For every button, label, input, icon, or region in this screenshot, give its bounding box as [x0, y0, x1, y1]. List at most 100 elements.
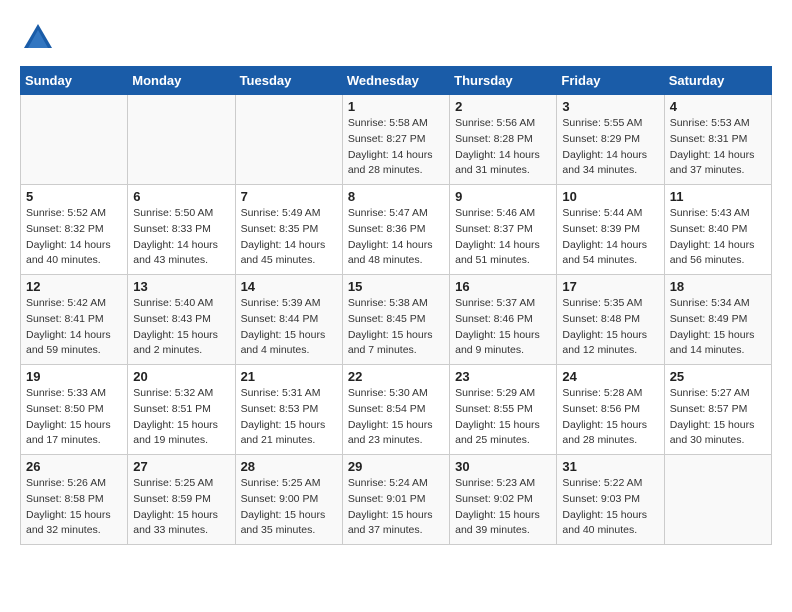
calendar-week-row: 26 Sunrise: 5:26 AMSunset: 8:58 PMDayligh… [21, 455, 772, 545]
day-info: Sunrise: 5:26 AMSunset: 8:58 PMDaylight:… [26, 476, 122, 539]
header-sunday: Sunday [21, 67, 128, 95]
day-info: Sunrise: 5:44 AMSunset: 8:39 PMDaylight:… [562, 206, 658, 269]
calendar-table: SundayMondayTuesdayWednesdayThursdayFrid… [20, 66, 772, 545]
day-number: 21 [241, 369, 337, 384]
day-number: 9 [455, 189, 551, 204]
calendar-cell: 7Sunrise: 5:49 AMSunset: 8:35 PMDaylight… [235, 185, 342, 275]
day-info: Sunrise: 5:50 AMSunset: 8:33 PMDaylight:… [133, 206, 229, 269]
calendar-cell: 31 Sunrise: 5:22 AMSunset: 9:03 PMDayligh… [557, 455, 664, 545]
calendar-cell: 20 Sunrise: 5:32 AMSunset: 8:51 PMDayligh… [128, 365, 235, 455]
day-number: 1 [348, 99, 444, 114]
day-info: Sunrise: 5:32 AMSunset: 8:51 PMDaylight:… [133, 386, 229, 449]
calendar-cell [235, 95, 342, 185]
day-number: 15 [348, 279, 444, 294]
calendar-cell: 6 Sunrise: 5:50 AMSunset: 8:33 PMDaylight… [128, 185, 235, 275]
calendar-cell: 5Sunrise: 5:52 AMSunset: 8:32 PMDaylight… [21, 185, 128, 275]
day-number: 23 [455, 369, 551, 384]
day-number: 18 [670, 279, 766, 294]
header-thursday: Thursday [450, 67, 557, 95]
calendar-header-row: SundayMondayTuesdayWednesdayThursdayFrid… [21, 67, 772, 95]
calendar-cell [664, 455, 771, 545]
day-info: Sunrise: 5:52 AMSunset: 8:32 PMDaylight:… [26, 206, 122, 269]
day-info: Sunrise: 5:28 AMSunset: 8:56 PMDaylight:… [562, 386, 658, 449]
calendar-week-row: 19Sunrise: 5:33 AMSunset: 8:50 PMDayligh… [21, 365, 772, 455]
day-info: Sunrise: 5:25 AMSunset: 9:00 PMDaylight:… [241, 476, 337, 539]
day-number: 26 [26, 459, 122, 474]
day-info: Sunrise: 5:22 AMSunset: 9:03 PMDaylight:… [562, 476, 658, 539]
calendar-week-row: 1 Sunrise: 5:58 AMSunset: 8:27 PMDaylight… [21, 95, 772, 185]
day-info: Sunrise: 5:31 AMSunset: 8:53 PMDaylight:… [241, 386, 337, 449]
calendar-cell: 19Sunrise: 5:33 AMSunset: 8:50 PMDayligh… [21, 365, 128, 455]
header-wednesday: Wednesday [342, 67, 449, 95]
calendar-cell: 28Sunrise: 5:25 AMSunset: 9:00 PMDayligh… [235, 455, 342, 545]
calendar-cell: 12 Sunrise: 5:42 AMSunset: 8:41 PMDayligh… [21, 275, 128, 365]
day-info: Sunrise: 5:46 AMSunset: 8:37 PMDaylight:… [455, 206, 551, 269]
calendar-cell: 3Sunrise: 5:55 AMSunset: 8:29 PMDaylight… [557, 95, 664, 185]
day-number: 29 [348, 459, 444, 474]
day-info: Sunrise: 5:55 AMSunset: 8:29 PMDaylight:… [562, 116, 658, 179]
day-info: Sunrise: 5:49 AMSunset: 8:35 PMDaylight:… [241, 206, 337, 269]
header-monday: Monday [128, 67, 235, 95]
day-number: 22 [348, 369, 444, 384]
day-info: Sunrise: 5:37 AMSunset: 8:46 PMDaylight:… [455, 296, 551, 359]
day-info: Sunrise: 5:24 AMSunset: 9:01 PMDaylight:… [348, 476, 444, 539]
day-number: 17 [562, 279, 658, 294]
day-info: Sunrise: 5:40 AMSunset: 8:43 PMDaylight:… [133, 296, 229, 359]
calendar-cell: 18 Sunrise: 5:34 AMSunset: 8:49 PMDayligh… [664, 275, 771, 365]
calendar-week-row: 5Sunrise: 5:52 AMSunset: 8:32 PMDaylight… [21, 185, 772, 275]
day-info: Sunrise: 5:39 AMSunset: 8:44 PMDaylight:… [241, 296, 337, 359]
calendar-cell: 26 Sunrise: 5:26 AMSunset: 8:58 PMDayligh… [21, 455, 128, 545]
day-number: 14 [241, 279, 337, 294]
day-number: 20 [133, 369, 229, 384]
calendar-cell: 25 Sunrise: 5:27 AMSunset: 8:57 PMDayligh… [664, 365, 771, 455]
calendar-cell: 16Sunrise: 5:37 AMSunset: 8:46 PMDayligh… [450, 275, 557, 365]
page-header [20, 20, 772, 56]
logo-icon [20, 20, 56, 56]
day-info: Sunrise: 5:38 AMSunset: 8:45 PMDaylight:… [348, 296, 444, 359]
day-number: 10 [562, 189, 658, 204]
day-number: 4 [670, 99, 766, 114]
day-info: Sunrise: 5:42 AMSunset: 8:41 PMDaylight:… [26, 296, 122, 359]
calendar-cell: 1 Sunrise: 5:58 AMSunset: 8:27 PMDaylight… [342, 95, 449, 185]
header-friday: Friday [557, 67, 664, 95]
calendar-cell: 9 Sunrise: 5:46 AMSunset: 8:37 PMDaylight… [450, 185, 557, 275]
calendar-cell: 24 Sunrise: 5:28 AMSunset: 8:56 PMDayligh… [557, 365, 664, 455]
calendar-cell: 27 Sunrise: 5:25 AMSunset: 8:59 PMDayligh… [128, 455, 235, 545]
day-info: Sunrise: 5:58 AMSunset: 8:27 PMDaylight:… [348, 116, 444, 179]
calendar-week-row: 12 Sunrise: 5:42 AMSunset: 8:41 PMDayligh… [21, 275, 772, 365]
calendar-cell: 13Sunrise: 5:40 AMSunset: 8:43 PMDayligh… [128, 275, 235, 365]
day-number: 31 [562, 459, 658, 474]
day-number: 6 [133, 189, 229, 204]
header-saturday: Saturday [664, 67, 771, 95]
day-info: Sunrise: 5:23 AMSunset: 9:02 PMDaylight:… [455, 476, 551, 539]
day-info: Sunrise: 5:56 AMSunset: 8:28 PMDaylight:… [455, 116, 551, 179]
day-number: 30 [455, 459, 551, 474]
day-info: Sunrise: 5:25 AMSunset: 8:59 PMDaylight:… [133, 476, 229, 539]
day-number: 2 [455, 99, 551, 114]
calendar-cell [128, 95, 235, 185]
day-info: Sunrise: 5:35 AMSunset: 8:48 PMDaylight:… [562, 296, 658, 359]
day-number: 27 [133, 459, 229, 474]
calendar-cell: 23 Sunrise: 5:29 AMSunset: 8:55 PMDayligh… [450, 365, 557, 455]
calendar-cell: 15 Sunrise: 5:38 AMSunset: 8:45 PMDayligh… [342, 275, 449, 365]
day-number: 24 [562, 369, 658, 384]
day-info: Sunrise: 5:27 AMSunset: 8:57 PMDaylight:… [670, 386, 766, 449]
calendar-cell: 22 Sunrise: 5:30 AMSunset: 8:54 PMDayligh… [342, 365, 449, 455]
calendar-cell: 8Sunrise: 5:47 AMSunset: 8:36 PMDaylight… [342, 185, 449, 275]
day-number: 19 [26, 369, 122, 384]
day-info: Sunrise: 5:29 AMSunset: 8:55 PMDaylight:… [455, 386, 551, 449]
calendar-cell: 2 Sunrise: 5:56 AMSunset: 8:28 PMDaylight… [450, 95, 557, 185]
day-number: 11 [670, 189, 766, 204]
day-number: 25 [670, 369, 766, 384]
calendar-cell [21, 95, 128, 185]
calendar-cell: 21 Sunrise: 5:31 AMSunset: 8:53 PMDayligh… [235, 365, 342, 455]
day-number: 8 [348, 189, 444, 204]
day-info: Sunrise: 5:30 AMSunset: 8:54 PMDaylight:… [348, 386, 444, 449]
calendar-cell: 14 Sunrise: 5:39 AMSunset: 8:44 PMDayligh… [235, 275, 342, 365]
day-number: 12 [26, 279, 122, 294]
calendar-cell: 10 Sunrise: 5:44 AMSunset: 8:39 PMDayligh… [557, 185, 664, 275]
calendar-cell: 4Sunrise: 5:53 AMSunset: 8:31 PMDaylight… [664, 95, 771, 185]
day-info: Sunrise: 5:34 AMSunset: 8:49 PMDaylight:… [670, 296, 766, 359]
calendar-cell: 29 Sunrise: 5:24 AMSunset: 9:01 PMDayligh… [342, 455, 449, 545]
logo [20, 20, 62, 56]
